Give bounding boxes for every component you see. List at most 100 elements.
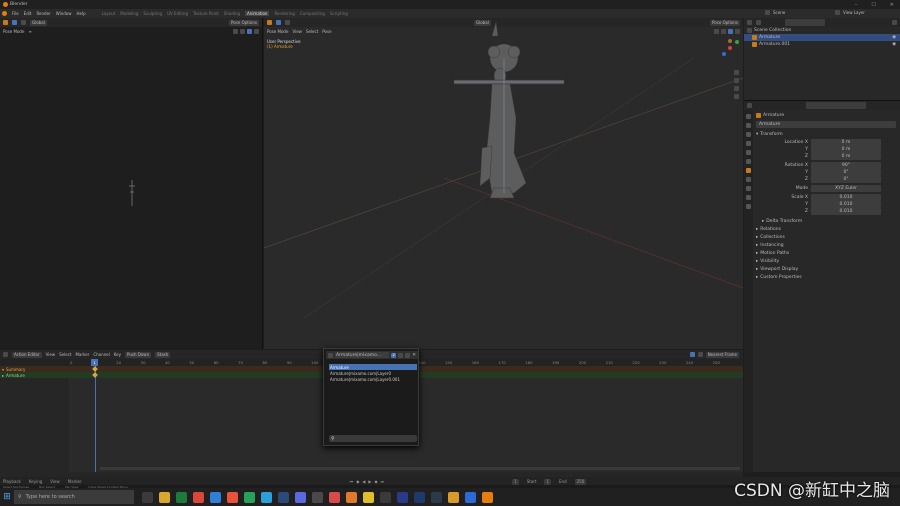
start-frame-field[interactable]: 1: [544, 478, 552, 485]
section-viewport-display[interactable]: ▸ Viewport Display: [756, 266, 898, 273]
outliner-display-mode-icon[interactable]: [756, 20, 761, 25]
visibility-eye-icon[interactable]: ◉: [892, 42, 896, 47]
workspace-tab-modeling[interactable]: Modeling: [120, 11, 138, 16]
rotation-x-field[interactable]: 90°: [811, 162, 881, 169]
brave-icon[interactable]: [227, 491, 238, 503]
app-icon[interactable]: [431, 491, 442, 503]
dope-menu-view[interactable]: View: [46, 352, 56, 357]
select-extend-icon[interactable]: [21, 20, 26, 25]
windows-start-icon[interactable]: ⊞: [0, 488, 14, 506]
excel-icon[interactable]: [176, 491, 187, 503]
app-icon[interactable]: [363, 491, 374, 503]
section-custom-properties[interactable]: ▸ Custom Properties: [756, 274, 898, 281]
edge-icon[interactable]: [210, 491, 221, 503]
section-visibility[interactable]: ▸ Visibility: [756, 258, 898, 265]
dope-editor-type-icon[interactable]: [3, 352, 8, 357]
view-layer-tab-icon[interactable]: [746, 141, 751, 146]
workspace-tab-sculpting[interactable]: Sculpting: [143, 11, 162, 16]
select-box-icon[interactable]: [12, 20, 17, 25]
channel-list[interactable]: ▾ Summary ▸ Armature: [0, 366, 69, 472]
popup-item-layer0-001[interactable]: Armature|mixamo.com|Layer0.001: [329, 376, 417, 382]
taskbar-search[interactable]: ⚲ Type here to search: [14, 490, 134, 504]
workspace-tab-rendering[interactable]: Rendering: [274, 11, 294, 16]
navigation-gizmo[interactable]: [720, 38, 740, 58]
app-icon[interactable]: [329, 491, 340, 503]
camera-view-icon[interactable]: [734, 86, 739, 91]
tool-tab-icon[interactable]: [746, 114, 751, 119]
keying-menu[interactable]: Keying: [29, 479, 42, 484]
chrome-icon[interactable]: [193, 491, 204, 503]
workspace-tab-scripting[interactable]: Scripting: [330, 11, 348, 16]
location-x-field[interactable]: 0 m: [811, 139, 881, 146]
jump-start-icon[interactable]: ⏮: [350, 479, 354, 484]
properties-editor-icon[interactable]: [747, 103, 752, 108]
perspective-toggle-icon[interactable]: [734, 94, 739, 99]
view-layer-selector[interactable]: View Layer: [843, 10, 865, 15]
scene-tab-icon[interactable]: [746, 150, 751, 155]
task-view-icon[interactable]: [142, 491, 153, 503]
physics-tab-icon[interactable]: [746, 177, 751, 182]
scale-z-field[interactable]: 0.010: [811, 208, 881, 215]
playhead-line[interactable]: [95, 366, 96, 472]
outliner-search-input[interactable]: [785, 19, 825, 26]
dope-menu-marker[interactable]: Marker: [75, 352, 89, 357]
steam-icon[interactable]: [278, 491, 289, 503]
data-tab-icon[interactable]: [746, 195, 751, 200]
hamburger-icon[interactable]: ≡: [28, 29, 31, 34]
section-collections[interactable]: ▸ Collections: [756, 234, 898, 241]
play-icon[interactable]: ▶: [368, 479, 371, 484]
stash-button[interactable]: Stash: [155, 351, 171, 358]
timeline-view-menu[interactable]: View: [50, 479, 60, 484]
left-orientation-dropdown[interactable]: Global: [30, 19, 47, 26]
rotation-z-field[interactable]: 0°: [811, 176, 881, 183]
zoom-icon[interactable]: [734, 70, 739, 75]
app-icon[interactable]: [346, 491, 357, 503]
photoshop-icon[interactable]: [414, 491, 425, 503]
prev-keyframe-icon[interactable]: ◆: [356, 479, 359, 484]
constraints-tab-icon[interactable]: [746, 186, 751, 191]
section-relations[interactable]: ▸ Relations: [756, 226, 898, 233]
outliner-editor-icon[interactable]: [747, 20, 752, 25]
workspace-tab-animation[interactable]: Animation: [245, 11, 270, 16]
location-z-field[interactable]: 0 m: [811, 153, 881, 160]
app-icon[interactable]: [312, 491, 323, 503]
scale-y-field[interactable]: 0.010: [811, 201, 881, 208]
horizontal-scrollbar[interactable]: [100, 467, 740, 470]
filter-icon[interactable]: [892, 20, 897, 25]
push-down-button[interactable]: Push Down: [125, 351, 152, 358]
section-instancing[interactable]: ▸ Instancing: [756, 242, 898, 249]
user-count-button[interactable]: 2: [391, 352, 397, 358]
outliner-row[interactable]: Armature.001 ◉: [744, 41, 900, 48]
scene-selector[interactable]: Scene: [773, 10, 785, 15]
scale-x-field[interactable]: 0.010: [811, 194, 881, 201]
outliner-row-selected[interactable]: Armature ◉: [744, 34, 900, 41]
output-tab-icon[interactable]: [746, 132, 751, 137]
shading-solid-icon[interactable]: [247, 29, 252, 34]
bone-tab-icon[interactable]: [746, 204, 751, 209]
menu-help[interactable]: Help: [76, 11, 85, 16]
menu-edit[interactable]: Edit: [24, 11, 32, 16]
section-delta-transform[interactable]: ▸ Delta Transform: [756, 218, 898, 225]
shading-material-icon[interactable]: [254, 29, 259, 34]
main-3d-viewport[interactable]: Global Pose Options Pose Mode View Selec…: [264, 18, 743, 349]
app-icon[interactable]: [380, 491, 391, 503]
menu-file[interactable]: File: [12, 11, 19, 16]
new-action-icon[interactable]: [405, 352, 411, 358]
play-reverse-icon[interactable]: ◀: [362, 479, 365, 484]
fake-user-shield-icon[interactable]: [398, 352, 404, 358]
left-mode-dropdown[interactable]: Pose Mode: [3, 29, 24, 34]
next-keyframe-icon[interactable]: ◆: [374, 479, 377, 484]
playback-menu[interactable]: Playback: [3, 479, 21, 484]
section-motion-paths[interactable]: ▸ Motion Paths: [756, 250, 898, 257]
workspace-tab-texture-paint[interactable]: Texture Paint: [193, 11, 219, 16]
workspace-tab-shading[interactable]: Shading: [224, 11, 240, 16]
rotation-y-field[interactable]: 0°: [811, 169, 881, 176]
timeline-marker-menu[interactable]: Marker: [68, 479, 82, 484]
workspace-tab-layout[interactable]: Layout: [102, 11, 116, 16]
editor-type-icon[interactable]: [3, 20, 8, 25]
world-tab-icon[interactable]: [746, 159, 751, 164]
xray-icon[interactable]: [240, 29, 245, 34]
end-frame-field[interactable]: 250: [574, 478, 587, 485]
left-3d-viewport[interactable]: Global Pose Options Pose Mode ≡: [0, 18, 263, 349]
workspace-tab-uv-editing[interactable]: UV Editing: [167, 11, 188, 16]
